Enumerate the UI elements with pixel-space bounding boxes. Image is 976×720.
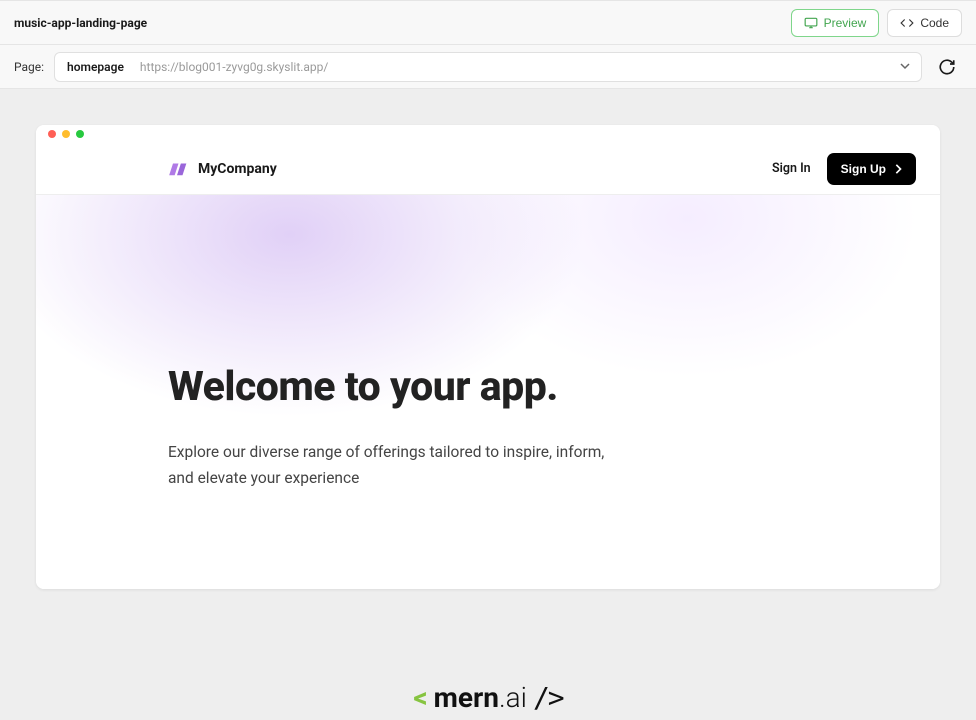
code-button-label: Code [920, 16, 949, 30]
canvas-area: MyCompany Sign In Sign Up Welcome to you… [0, 89, 976, 720]
footer-brand-suffix: .ai [499, 681, 527, 714]
hero: Welcome to your app. Explore our diverse… [36, 195, 940, 589]
brand-logo-icon [168, 161, 190, 177]
page-label: Page: [14, 60, 44, 74]
refresh-button[interactable] [932, 52, 962, 82]
footer-brand: < mern.ai /> [0, 681, 976, 714]
traffic-light-green [76, 130, 84, 138]
chevron-down-icon [899, 57, 911, 76]
angle-left-icon: < [413, 681, 427, 714]
project-name: music-app-landing-page [14, 16, 147, 30]
signup-button-label: Sign Up [841, 162, 886, 176]
preview-button-label: Preview [824, 16, 867, 30]
signup-button[interactable]: Sign Up [827, 153, 916, 185]
hero-subtitle: Explore our diverse range of offerings t… [168, 439, 628, 492]
hero-title: Welcome to your app. [168, 363, 808, 411]
brand-name: MyCompany [198, 161, 277, 177]
code-button[interactable]: Code [887, 9, 962, 37]
code-icon [900, 17, 914, 29]
chevron-right-icon [894, 164, 902, 174]
footer-brand-name: mern [434, 681, 499, 714]
footer-brand-text: mern.ai [434, 681, 527, 714]
refresh-icon [938, 58, 956, 76]
page-select[interactable]: homepage https://blog001-zyvg0g.skyslit.… [54, 52, 922, 82]
browser-traffic-lights [36, 125, 940, 143]
self-close-icon: /> [533, 681, 563, 714]
signin-link[interactable]: Sign In [772, 161, 811, 176]
toolbar-actions: Preview Code [791, 9, 962, 37]
page-bar: Page: homepage https://blog001-zyvg0g.sk… [0, 45, 976, 89]
site-header: MyCompany Sign In Sign Up [36, 143, 940, 195]
traffic-light-red [48, 130, 56, 138]
monitor-icon [804, 17, 818, 29]
traffic-light-yellow [62, 130, 70, 138]
brand[interactable]: MyCompany [168, 161, 277, 177]
browser-frame: MyCompany Sign In Sign Up Welcome to you… [36, 125, 940, 589]
page-select-name: homepage [67, 60, 124, 74]
preview-button[interactable]: Preview [791, 9, 880, 37]
page-select-url: https://blog001-zyvg0g.skyslit.app/ [140, 60, 328, 74]
top-toolbar: music-app-landing-page Preview Code [0, 0, 976, 45]
header-actions: Sign In Sign Up [772, 153, 916, 185]
